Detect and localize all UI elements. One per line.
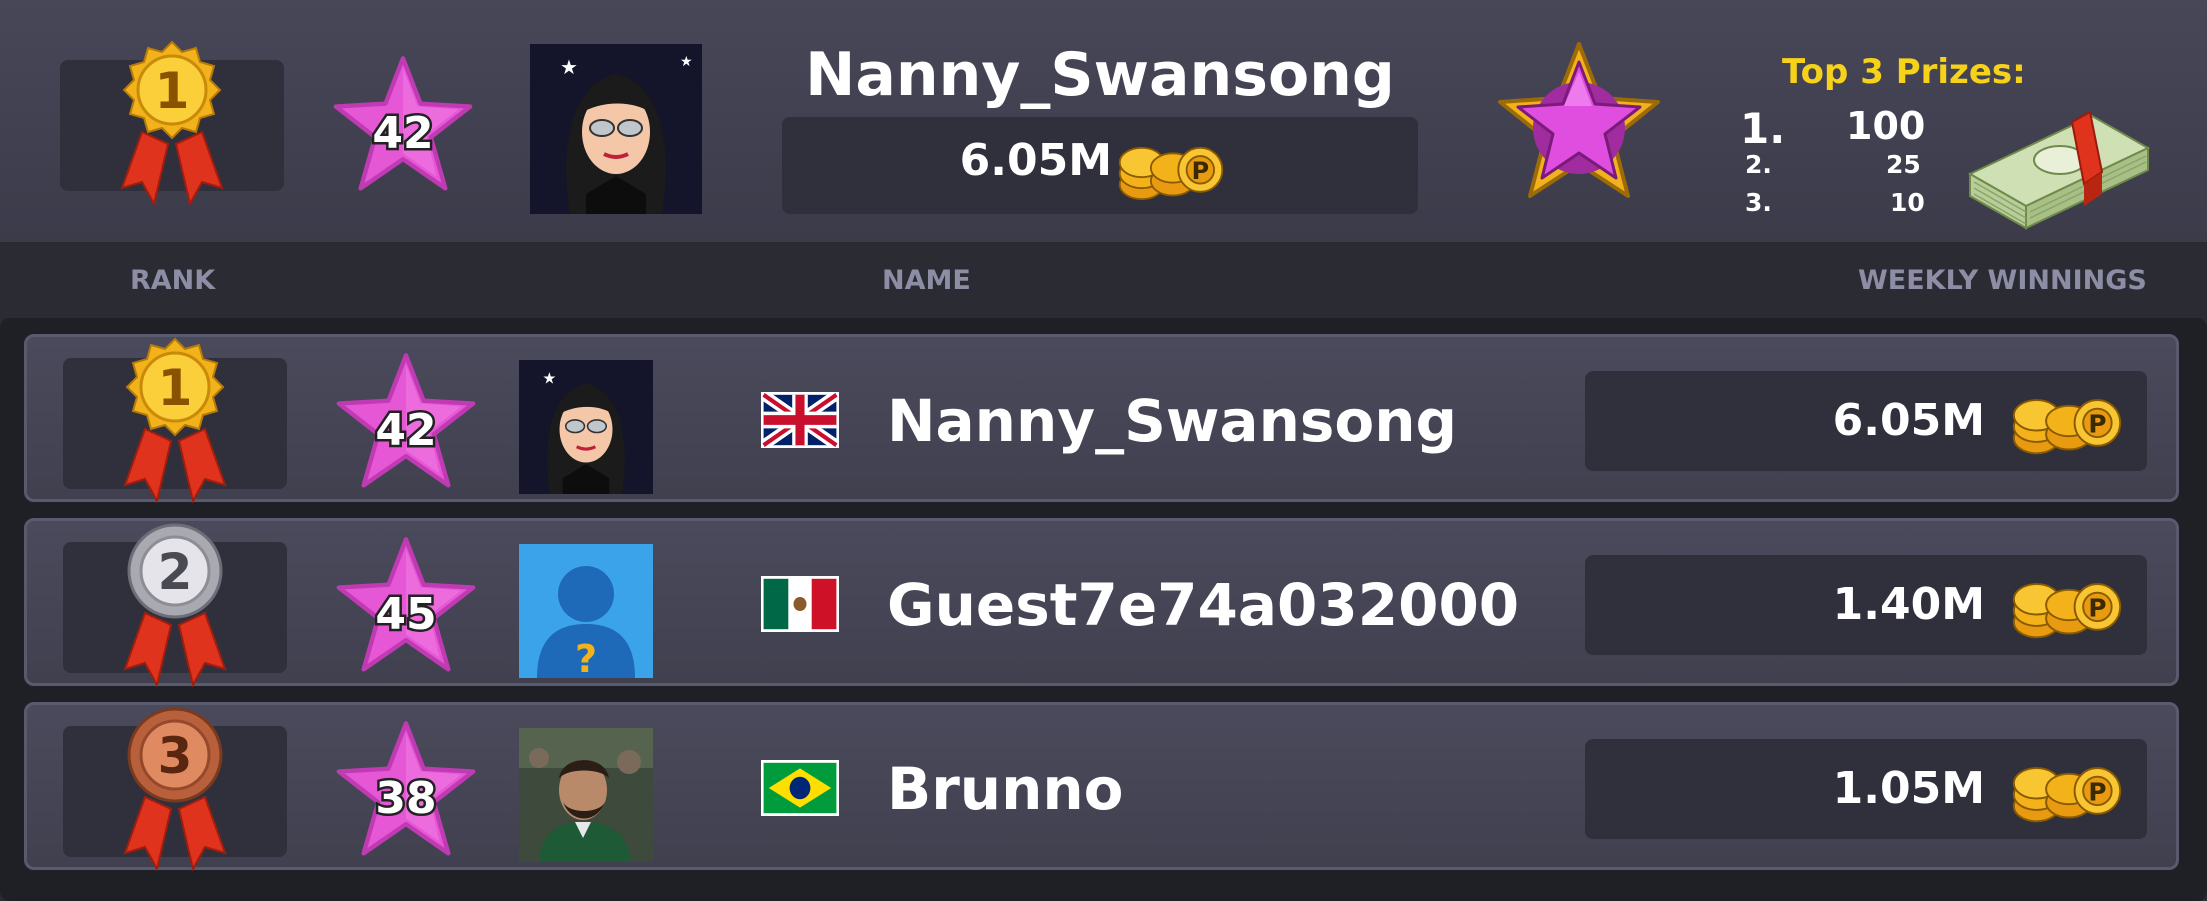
row-player-name: Guest7e74a032000: [887, 571, 1520, 639]
row-winnings-value: 1.05M: [1832, 763, 1985, 814]
row-rank-number: 3: [158, 727, 193, 785]
row-rank-number: 1: [158, 359, 193, 417]
leaderboard-row[interactable]: 1 42 ★ Nanny_Swansong 6.05M: [24, 334, 2179, 503]
avatar-woman-icon: ★ ★: [530, 44, 702, 214]
avatar[interactable]: ★ ★: [530, 44, 702, 214]
level-star-icon: 42: [330, 54, 476, 200]
avatar-woman-icon: ★: [519, 360, 653, 494]
row-player-name: Nanny_Swansong: [887, 387, 1458, 455]
silver-medal-icon: 2: [123, 523, 227, 687]
player-summary-panel: 1 42 ★ ★ Nanny_Swansong 6.05M Top 3 Priz…: [0, 0, 2207, 246]
column-header-winnings: WEEKLY WINNINGS: [1858, 265, 2147, 296]
coins-icon: [2012, 399, 2122, 455]
prize-amount-2: 25: [1886, 150, 1921, 179]
prize-place-3: 3.: [1745, 188, 1772, 217]
photo-avatar-icon: [519, 728, 653, 862]
row-winnings-box: 6.05M: [1585, 371, 2147, 471]
header-winnings-value: 6.05M: [959, 135, 1112, 186]
level-star-icon: 45: [333, 535, 479, 681]
header-level-number: 42: [372, 108, 433, 159]
purple-star-badge-icon: [1498, 42, 1660, 198]
row-rank-number: 2: [158, 543, 193, 601]
column-header-name: NAME: [882, 265, 971, 296]
avatar[interactable]: ?: [519, 544, 653, 678]
row-level-number: 45: [375, 589, 436, 640]
row-winnings-value: 6.05M: [1832, 395, 1985, 446]
coins-icon: [1118, 146, 1224, 201]
prize-place-1: 1.: [1740, 104, 1786, 153]
row-level-number: 42: [375, 405, 436, 456]
mexico-flag-icon: [761, 576, 839, 632]
prizes-title: Top 3 Prizes:: [1782, 52, 2026, 92]
svg-text:?: ?: [575, 637, 597, 678]
uk-flag-icon: [761, 392, 839, 448]
leaderboard-row[interactable]: 3 38 Brunno 1.05M: [24, 702, 2179, 871]
avatar[interactable]: ★: [519, 360, 653, 494]
coins-icon: [2012, 583, 2122, 639]
svg-text:★: ★: [542, 369, 556, 388]
header-winnings-box: 6.05M: [782, 117, 1418, 214]
header-player-name: Nanny_Swansong: [805, 40, 1395, 110]
row-winnings-box: 1.40M: [1585, 555, 2147, 655]
prize-amount-3: 10: [1890, 188, 1925, 217]
svg-text:★: ★: [680, 54, 693, 70]
cash-stack-icon: [1967, 110, 2151, 230]
row-winnings-value: 1.40M: [1832, 579, 1985, 630]
bronze-medal-icon: 3: [123, 707, 227, 871]
avatar[interactable]: [519, 728, 653, 862]
leaderboard-row[interactable]: 2 45 ? Guest7e74a032000 1.40M: [24, 518, 2179, 687]
row-player-name: Brunno: [887, 755, 1124, 823]
coins-icon: [2012, 767, 2122, 823]
prize-amount-1: 100: [1846, 104, 1926, 148]
guest-avatar-icon: ?: [519, 544, 653, 678]
gold-medal-icon: 1: [120, 40, 224, 206]
row-winnings-box: 1.05M: [1585, 739, 2147, 839]
level-star-icon: 42: [333, 351, 479, 497]
column-header-rank: RANK: [130, 265, 216, 296]
prize-place-2: 2.: [1745, 150, 1772, 179]
svg-text:★: ★: [560, 55, 578, 79]
row-level-number: 38: [375, 773, 436, 824]
gold-medal-icon: 1: [123, 337, 227, 503]
brazil-flag-icon: [761, 760, 839, 816]
header-rank-number: 1: [155, 62, 190, 120]
level-star-icon: 38: [333, 719, 479, 865]
